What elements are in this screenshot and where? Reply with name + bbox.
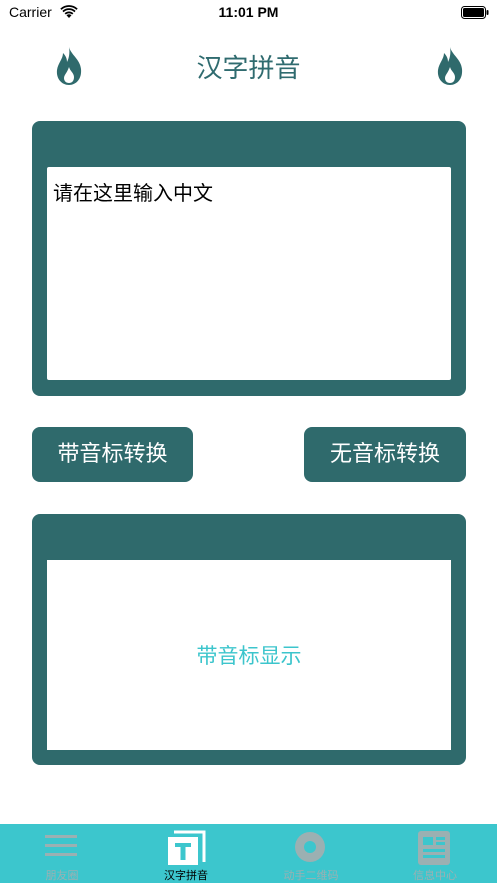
output-panel: 带音标显示 bbox=[32, 514, 466, 765]
battery-icon bbox=[461, 6, 489, 19]
chinese-input-field[interactable]: 请在这里输入中文 bbox=[47, 167, 451, 380]
convert-without-tone-button[interactable]: 无音标转换 bbox=[304, 427, 466, 482]
list-icon bbox=[45, 835, 77, 856]
status-bar: Carrier 11:01 PM bbox=[0, 0, 497, 26]
text-t-icon bbox=[168, 830, 206, 865]
flame-icon[interactable] bbox=[433, 45, 467, 87]
output-text: 带音标显示 bbox=[196, 644, 302, 668]
page-title: 汉字拼音 bbox=[196, 54, 301, 84]
nav-bar: 汉字拼音 bbox=[0, 40, 497, 92]
clock: 11:01 PM bbox=[218, 4, 279, 20]
input-placeholder: 请在这里输入中文 bbox=[53, 181, 213, 205]
disc-icon bbox=[295, 832, 325, 862]
convert-with-tone-button[interactable]: 带音标转换 bbox=[32, 427, 193, 482]
news-icon bbox=[418, 831, 450, 865]
tab-hanzi-pinyin[interactable]: 汉字拼音 bbox=[124, 824, 248, 883]
tab-label: 朋友圈 bbox=[45, 869, 79, 882]
tab-label: 汉字拼音 bbox=[164, 869, 208, 882]
tab-info-center[interactable]: 信息中心 bbox=[373, 824, 497, 883]
tab-moments[interactable]: 朋友圈 bbox=[0, 824, 124, 883]
tab-label: 信息中心 bbox=[413, 869, 457, 882]
pinyin-output-area: 带音标显示 bbox=[47, 560, 451, 750]
input-panel: 请在这里输入中文 bbox=[32, 121, 466, 396]
tab-bar: 朋友圈 汉字拼音 动手二维码 信息中心 bbox=[0, 824, 497, 883]
tab-label: 动手二维码 bbox=[283, 869, 339, 882]
tab-qr-code[interactable]: 动手二维码 bbox=[249, 824, 373, 883]
